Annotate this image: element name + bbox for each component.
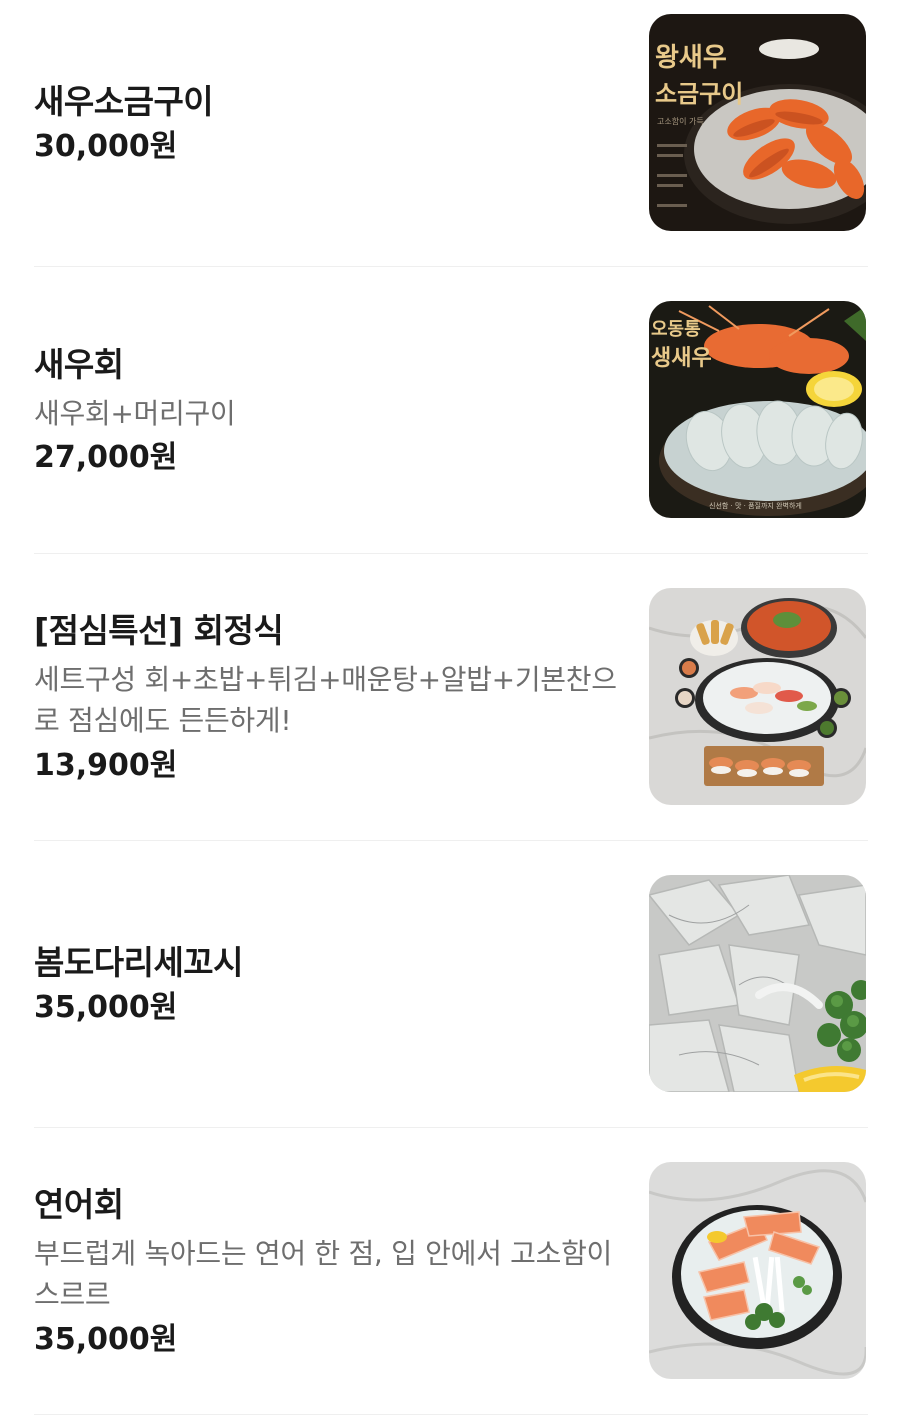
photo-title-line1: 왕새우 xyxy=(655,43,727,73)
photo-title-line1: 오동통 xyxy=(651,319,701,340)
menu-item-name: 새우소금구이 xyxy=(34,81,214,121)
menu-item-photo[interactable]: 왕새우 소금구이 고소함이 가득 xyxy=(649,14,866,231)
menu-item-price: 35,000원 xyxy=(34,1321,178,1357)
menu-item-salmon-sashimi[interactable]: 연어회 부드럽게 녹아드는 연어 한 점, 입 안에서 고소함이 스르르 35,… xyxy=(0,1128,900,1415)
menu-item-description: 부드럽게 녹아드는 연어 한 점, 입 안에서 고소함이 스르르 xyxy=(34,1237,613,1312)
menu-item-photo[interactable] xyxy=(649,875,866,1092)
menu-list: 새우소금구이 30,000원 왕새우 소금구이 고소함이 가득 새우회 새우회+… xyxy=(0,0,900,1427)
menu-item-price: 27,000원 xyxy=(34,440,178,476)
menu-item-name: 봄도다리세꼬시 xyxy=(34,942,244,982)
menu-item-text: 봄도다리세꼬시 35,000원 xyxy=(34,841,624,1128)
menu-item-price: 30,000원 xyxy=(34,129,178,165)
menu-item-name: 연어회 xyxy=(34,1185,124,1225)
menu-item-price: 13,900원 xyxy=(34,747,178,783)
photo-tagline: 고소함이 가득 xyxy=(657,116,704,126)
menu-item-text: 새우소금구이 30,000원 xyxy=(34,0,624,267)
menu-item-text: 연어회 부드럽게 녹아드는 연어 한 점, 입 안에서 고소함이 스르르 35,… xyxy=(34,1128,624,1415)
menu-item-text: [점심특선] 회정식 세트구성 회+초밥+튀김+매운탕+알밥+기본찬으로 점심에… xyxy=(34,554,624,841)
menu-item-lunch-special[interactable]: [점심특선] 회정식 세트구성 회+초밥+튀김+매운탕+알밥+기본찬으로 점심에… xyxy=(0,554,900,841)
menu-item-name: 새우회 xyxy=(34,344,124,384)
menu-item-photo[interactable]: 오동통 생새우 신선함 · 맛 · 품질까지 완벽하게 xyxy=(649,301,866,518)
menu-item-divider xyxy=(34,1414,868,1415)
menu-item-description: 새우회+머리구이 xyxy=(34,396,236,430)
menu-item-photo[interactable] xyxy=(649,588,866,805)
menu-item-description: 세트구성 회+초밥+튀김+매운탕+알밥+기본찬으로 점심에도 든든하게! xyxy=(34,663,617,738)
menu-item-price: 35,000원 xyxy=(34,990,178,1026)
menu-item-text: 새우회 새우회+머리구이 27,000원 xyxy=(34,267,624,554)
menu-item-photo[interactable] xyxy=(649,1162,866,1379)
menu-item-raw-shrimp[interactable]: 새우회 새우회+머리구이 27,000원 오동통 생새우 신선함 · 맛 · 품… xyxy=(0,267,900,554)
menu-item-flounder-sekkoshi[interactable]: 봄도다리세꼬시 35,000원 xyxy=(0,841,900,1128)
photo-caption: 신선함 · 맛 · 품질까지 완벽하게 xyxy=(709,501,802,510)
photo-title-line2: 생새우 xyxy=(651,345,712,371)
menu-item-name: [점심특선] 회정식 xyxy=(34,611,284,651)
menu-item-shrimp-salt-grill[interactable]: 새우소금구이 30,000원 왕새우 소금구이 고소함이 가득 xyxy=(0,0,900,267)
photo-title-line2: 소금구이 xyxy=(655,79,743,108)
